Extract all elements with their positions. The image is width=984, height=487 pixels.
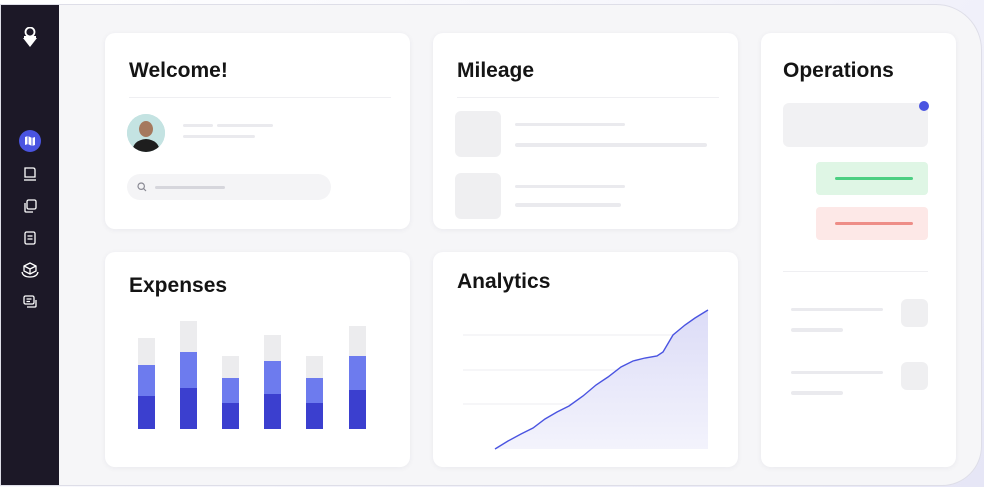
logo-icon[interactable] [18,27,42,51]
thumbnail-placeholder [455,111,501,157]
box-icon[interactable] [18,258,42,282]
expenses-card: Expenses [105,252,410,467]
thumbnail-placeholder [901,299,928,327]
operations-title: Operations [783,59,894,82]
divider [783,271,928,272]
mileage-card: Mileage [433,33,738,229]
search-input[interactable] [127,174,331,200]
analytics-area [495,310,708,449]
success-item[interactable] [816,162,928,195]
app-window: Welcome! Mileage Operations Expenses Ana… [0,4,982,486]
expense-bar [222,356,239,429]
error-item[interactable] [816,207,928,240]
operations-card: Operations [761,33,956,467]
text-placeholder [515,123,625,126]
text-placeholder [791,328,843,332]
text-placeholder [791,371,883,374]
name-placeholder [183,124,213,127]
inbox-icon[interactable] [18,162,42,186]
expense-bar [138,338,155,429]
divider [457,97,719,98]
expense-bar [349,326,366,429]
avatar[interactable] [127,114,165,152]
role-placeholder [183,135,255,138]
name-placeholder [217,124,273,127]
map-icon[interactable] [18,129,42,153]
expenses-chart [138,321,366,429]
notification-dot [919,101,929,111]
analytics-chart [463,309,709,450]
search-placeholder [155,186,225,189]
thumbnail-placeholder [901,362,928,390]
document-icon[interactable] [18,226,42,250]
sidebar [1,5,59,485]
error-line [835,222,913,225]
expense-bar [180,321,197,429]
thumbnail-placeholder [455,173,501,219]
welcome-card: Welcome! [105,33,410,229]
notification-item[interactable] [783,103,928,147]
text-placeholder [515,143,707,147]
chat-icon[interactable] [18,290,42,314]
text-placeholder [791,308,883,311]
text-placeholder [791,391,843,395]
mileage-title: Mileage [457,59,535,82]
success-line [835,177,913,180]
expense-bar [306,356,323,429]
expense-bar [264,335,281,429]
welcome-title: Welcome! [129,59,228,82]
search-icon [137,182,147,192]
text-placeholder [515,185,625,188]
analytics-card: Analytics [433,252,738,467]
divider [129,97,391,98]
copy-icon[interactable] [18,194,42,218]
text-placeholder [515,203,621,207]
